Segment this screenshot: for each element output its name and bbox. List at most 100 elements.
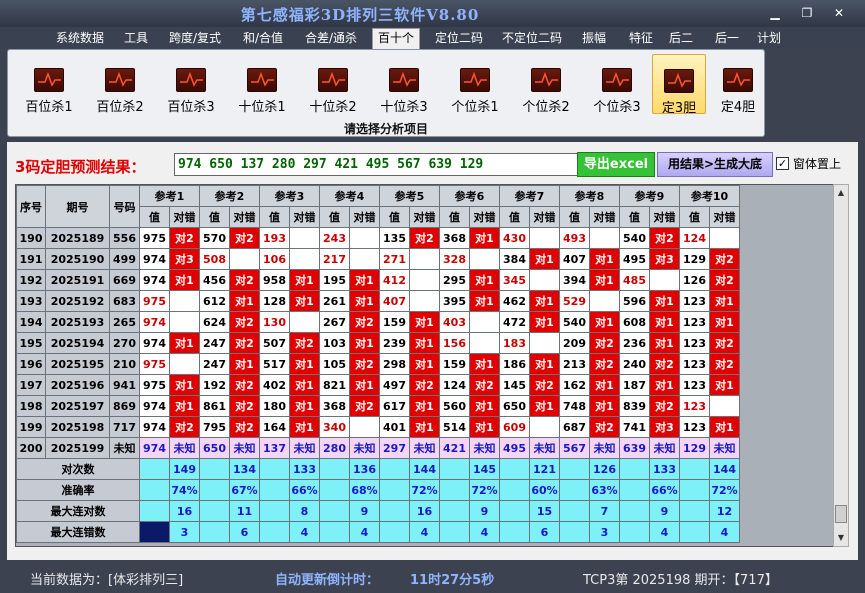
- table-row[interactable]: 195 2025194 270 974 对1 247 对2 507 对2 103 对1 239 对1 15…: [16, 332, 740, 354]
- stats-value: 9: [469, 500, 500, 522]
- ribbon-button[interactable]: 十位杀3: [371, 54, 437, 115]
- scroll-thumb[interactable]: [835, 505, 847, 523]
- ribbon-button[interactable]: 十位杀2: [300, 54, 366, 115]
- ribbon-button[interactable]: 定4胆: [713, 54, 763, 115]
- flag-cell: 对1: [529, 311, 560, 333]
- menu-item[interactable]: 计划: [752, 30, 786, 48]
- restore-icon[interactable]: ❐: [794, 4, 820, 22]
- table-row[interactable]: 190 2025189 556 975 对2 570 对2 193 243 135 对2 368 对1 4…: [16, 227, 740, 249]
- countdown-value: 11时27分5秒: [410, 573, 495, 588]
- stats-spacer: [259, 479, 290, 501]
- menu-item[interactable]: 特征: [622, 30, 660, 48]
- value-cell: 407: [379, 290, 410, 312]
- scroll-down-icon[interactable]: ▼: [835, 531, 847, 545]
- value-cell: 239: [379, 332, 410, 354]
- export-excel-button[interactable]: 导出excel: [577, 152, 655, 177]
- table-row[interactable]: 191 2025190 499 974 对3 508 106 217 271 328 384 对1 40…: [16, 248, 740, 270]
- table-row[interactable]: 193 2025192 683 975 612 对1 128 对1 261 对1 407 395 对1 4…: [16, 290, 740, 312]
- menu-item[interactable]: 工具: [120, 30, 152, 48]
- menu-item[interactable]: 定位二码: [430, 30, 488, 48]
- stats-value: 144: [409, 458, 440, 480]
- menu-item[interactable]: 后二: [665, 30, 697, 48]
- menu-item[interactable]: 后一: [710, 30, 744, 48]
- flag-cell: 对1: [469, 269, 500, 291]
- chart-line-icon: [531, 68, 561, 92]
- flag-header: 对错: [709, 206, 740, 228]
- flag-cell: 对1: [469, 416, 500, 438]
- stats-spacer: [679, 500, 710, 522]
- result-text-field[interactable]: 974 650 137 280 297 421 495 567 639 129: [174, 153, 584, 176]
- stats-spacer: [499, 521, 530, 543]
- stats-value: 6: [229, 521, 260, 543]
- flag-cell: [469, 248, 500, 270]
- chart-line-icon: [460, 68, 490, 92]
- flag-cell: 对1: [649, 332, 680, 354]
- seq-header: 序号: [16, 185, 46, 228]
- generate-base-button[interactable]: 用结果>生成大底: [657, 152, 773, 177]
- ribbon-button[interactable]: 百位杀2: [87, 54, 153, 115]
- flag-cell: 对1: [169, 332, 200, 354]
- stats-value: 6: [529, 521, 560, 543]
- table-row[interactable]: 197 2025196 941 975 对1 192 对2 402 对1 821 对1 497 对2 12…: [16, 374, 740, 396]
- flag-cell: 对1: [589, 374, 620, 396]
- value-cell: 123: [679, 353, 710, 375]
- table-row[interactable]: 199 2025198 717 974 对2 795 对2 164 对1 340 401 对1 514 对…: [16, 416, 740, 438]
- menu-item[interactable]: 合差/通杀: [298, 30, 364, 48]
- stats-value: 15: [529, 500, 560, 522]
- minimize-icon[interactable]: ▁: [762, 4, 788, 22]
- ribbon-button-label: 定4胆: [720, 100, 756, 115]
- table-row[interactable]: 194 2025193 265 974 624 对2 130 267 对2 159 对1 403 472…: [16, 311, 740, 333]
- table-row[interactable]: 196 2025195 210 975 247 对1 517 对1 105 对2 298 对1 159 对…: [16, 353, 740, 375]
- pending-row[interactable]: 200 2025199 未知 974 未知 650 未知 137 未知 280 未知 297 未知 421…: [16, 437, 740, 459]
- flag-cell: 对1: [349, 374, 380, 396]
- vertical-scrollbar[interactable]: ▲ ▼: [833, 184, 849, 547]
- menu-item[interactable]: 百十个: [372, 28, 420, 49]
- flag-cell: 对3: [649, 416, 680, 438]
- stats-spacer: [559, 479, 590, 501]
- value-header: 值: [139, 206, 170, 228]
- stats-spacer: [439, 521, 470, 543]
- ribbon-button[interactable]: 个位杀1: [442, 54, 508, 115]
- ribbon-button[interactable]: 百位杀1: [16, 54, 82, 115]
- ribbon-button[interactable]: 个位杀2: [513, 54, 579, 115]
- ribbon-button[interactable]: 十位杀1: [229, 54, 295, 115]
- ribbon-button[interactable]: 定3胆: [652, 54, 706, 116]
- menu-item[interactable]: 振幅: [578, 30, 610, 48]
- stats-value: 134: [229, 458, 260, 480]
- value-cell: 861: [199, 395, 230, 417]
- close-icon[interactable]: ✕: [826, 4, 852, 22]
- table-row[interactable]: 192 2025191 669 974 对1 456 对2 958 对1 195 对1 412 295 对…: [16, 269, 740, 291]
- stats-value: 133: [289, 458, 320, 480]
- value-cell: 596: [619, 290, 650, 312]
- stats-value: 7: [589, 500, 620, 522]
- value-cell: 345: [499, 269, 530, 291]
- flag-cell: 对2: [649, 227, 680, 249]
- window-on-top-checkbox[interactable]: ✓: [776, 157, 789, 170]
- menu-item[interactable]: 和/合值: [237, 30, 289, 48]
- value-header: 值: [439, 206, 470, 228]
- menu-item[interactable]: 系统数据: [52, 30, 108, 48]
- menu-item[interactable]: 跨度/复式: [162, 30, 228, 48]
- value-cell: 462: [499, 290, 530, 312]
- scroll-up-icon[interactable]: ▲: [835, 186, 847, 200]
- menu-item[interactable]: 不定位二码: [497, 30, 567, 48]
- stats-spacer: [199, 521, 230, 543]
- ribbon-button-label: 个位杀1: [451, 100, 499, 115]
- ribbon-button[interactable]: 百位杀3: [158, 54, 224, 115]
- table-row[interactable]: 198 2025197 869 974 对1 861 对2 180 对1 368 对2 617 对1 56…: [16, 395, 740, 417]
- flag-cell: 对2: [349, 311, 380, 333]
- result-label: 3码定胆预测结果：: [15, 158, 146, 176]
- stats-value: 133: [649, 458, 680, 480]
- value-cell: 495: [619, 248, 650, 270]
- value-cell: 106: [259, 248, 290, 270]
- stats-value: 74%: [169, 479, 200, 501]
- current-data-label: 当前数据为：[体彩排列三]: [30, 573, 184, 588]
- seq-cell: 200: [16, 437, 46, 459]
- value-cell: 567: [559, 437, 590, 459]
- flag-cell: 对1: [289, 416, 320, 438]
- flag-cell: 对1: [649, 311, 680, 333]
- ribbon-button[interactable]: 个位杀3: [584, 54, 650, 115]
- chart-line-icon: [723, 68, 753, 92]
- ref-header: 参考6: [439, 185, 500, 207]
- value-cell: 821: [319, 374, 350, 396]
